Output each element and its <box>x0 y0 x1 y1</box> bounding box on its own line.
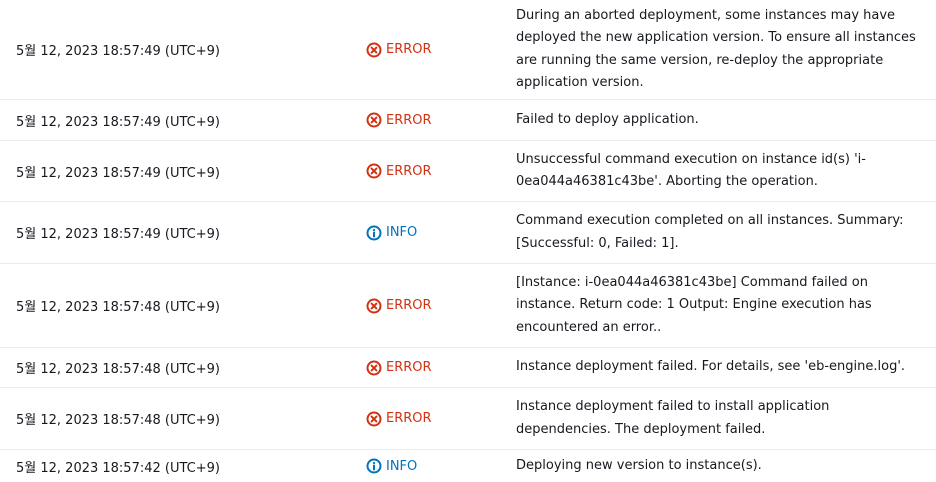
event-row: 5월 12, 2023 18:57:49 (UTC+9) ERROR Unsuc… <box>0 141 936 202</box>
event-type-label: INFO <box>386 458 418 474</box>
event-row: 5월 12, 2023 18:57:49 (UTC+9) INFO Comman… <box>0 202 936 264</box>
error-circle-x-icon <box>366 42 382 58</box>
event-type-label: ERROR <box>386 298 432 313</box>
event-row: 5월 12, 2023 18:57:49 (UTC+9) ERROR Faile… <box>0 100 936 141</box>
event-row: 5월 12, 2023 18:57:48 (UTC+9) ERROR Insta… <box>0 348 936 388</box>
event-type: ERROR <box>366 42 516 58</box>
event-type-label: INFO <box>386 225 418 240</box>
event-details: [Instance: i-0ea044a46381c43be] Command … <box>516 274 872 335</box>
event-time: 5월 12, 2023 18:57:49 (UTC+9) <box>16 227 220 242</box>
event-type: ERROR <box>366 163 516 179</box>
event-details: Command execution completed on all insta… <box>516 213 904 251</box>
event-type: ERROR <box>366 112 516 128</box>
event-type-label: ERROR <box>386 360 432 375</box>
event-row: 5월 12, 2023 18:57:48 (UTC+9) ERROR Insta… <box>0 388 936 450</box>
event-time: 5월 12, 2023 18:57:49 (UTC+9) <box>16 44 220 59</box>
event-type: ERROR <box>366 298 516 314</box>
event-type: INFO <box>366 225 516 241</box>
event-time: 5월 12, 2023 18:57:48 (UTC+9) <box>16 413 220 428</box>
error-circle-x-icon <box>366 411 382 427</box>
event-type: ERROR <box>366 360 516 376</box>
event-type: ERROR <box>366 411 516 427</box>
event-type-label: ERROR <box>386 163 432 179</box>
error-circle-x-icon <box>366 163 382 179</box>
info-circle-icon <box>366 458 382 474</box>
event-details: Unsuccessful command execution on instan… <box>516 151 866 190</box>
event-details: During an aborted deployment, some insta… <box>516 7 916 91</box>
event-type-label: ERROR <box>386 112 432 128</box>
error-circle-x-icon <box>366 298 382 314</box>
events-table: 5월 12, 2023 18:57:49 (UTC+9) ERROR Durin… <box>0 0 936 482</box>
event-time: 5월 12, 2023 18:57:48 (UTC+9) <box>16 362 220 377</box>
event-row: 5월 12, 2023 18:57:49 (UTC+9) ERROR Durin… <box>0 0 936 100</box>
event-type: INFO <box>366 458 516 474</box>
event-time: 5월 12, 2023 18:57:42 (UTC+9) <box>16 460 220 476</box>
event-time: 5월 12, 2023 18:57:49 (UTC+9) <box>16 165 220 181</box>
event-details: Instance deployment failed to install ap… <box>516 399 830 437</box>
event-time: 5월 12, 2023 18:57:48 (UTC+9) <box>16 300 220 315</box>
event-type-label: ERROR <box>386 42 432 57</box>
event-row: 5월 12, 2023 18:57:48 (UTC+9) ERROR [Inst… <box>0 264 936 348</box>
error-circle-x-icon <box>366 112 382 128</box>
event-details: Failed to deploy application. <box>516 111 699 127</box>
info-circle-icon <box>366 225 382 241</box>
event-details: Instance deployment failed. For details,… <box>516 359 906 375</box>
event-time: 5월 12, 2023 18:57:49 (UTC+9) <box>16 114 220 130</box>
event-type-label: ERROR <box>386 411 432 426</box>
event-details: Deploying new version to instance(s). <box>516 457 762 473</box>
error-circle-x-icon <box>366 360 382 376</box>
event-row: 5월 12, 2023 18:57:42 (UTC+9) INFO Deploy… <box>0 450 936 482</box>
